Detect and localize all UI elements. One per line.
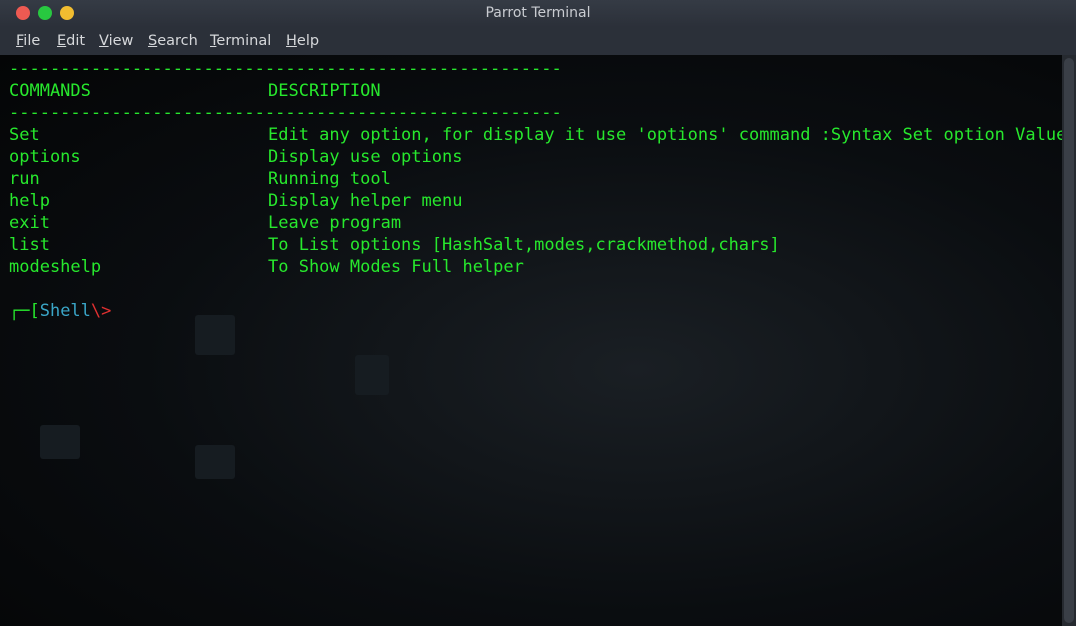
command-description: To Show Modes Full helper <box>268 257 524 277</box>
command-name: Set <box>9 125 40 145</box>
shell-prompt[interactable]: ┌─[Shell\> <box>9 300 111 322</box>
menu-edit-mnemonic: E <box>57 33 67 49</box>
command-description: Display use options <box>268 147 463 167</box>
prompt-symbol: \> <box>90 301 112 321</box>
command-description: Running tool <box>268 169 391 189</box>
command-description: Edit any option, for display it use 'opt… <box>268 125 1062 145</box>
command-description: To List options [HashSalt,modes,crackmet… <box>268 235 780 255</box>
background-desktop-icon <box>355 355 389 395</box>
prompt-shell-name: Shell <box>39 301 91 321</box>
command-row: modeshelp To Show Modes Full helper <box>9 256 524 278</box>
command-description: Display helper menu <box>268 191 463 211</box>
header-row: COMMANDS DESCRIPTION <box>9 80 381 102</box>
separator-bottom: ----------------------------------------… <box>9 103 562 123</box>
command-row: run Running tool <box>9 168 391 190</box>
header-description: DESCRIPTION <box>268 81 381 101</box>
header-commands: COMMANDS <box>9 81 91 101</box>
menu-edit-label: dit <box>66 33 86 49</box>
command-name: options <box>9 147 81 167</box>
menu-file[interactable]: File <box>16 33 40 49</box>
command-name: list <box>9 235 50 255</box>
command-name: exit <box>9 213 50 233</box>
background-desktop-icon <box>40 425 80 459</box>
scrollbar-thumb[interactable] <box>1064 58 1074 623</box>
command-description: Leave program <box>268 213 402 233</box>
menu-help-label: elp <box>296 33 320 49</box>
window-title: Parrot Terminal <box>485 5 591 21</box>
command-row: options Display use options <box>9 146 462 168</box>
prompt-bracket: ┌─[ <box>9 301 40 321</box>
menu-file-label: ile <box>23 33 41 49</box>
command-row: exit Leave program <box>9 212 401 234</box>
separator-top: ----------------------------------------… <box>9 59 562 79</box>
menu-help[interactable]: Help <box>286 33 319 49</box>
menu-view[interactable]: View <box>99 33 133 49</box>
menu-terminal[interactable]: Terminal <box>210 33 271 49</box>
background-desktop-icon <box>195 445 235 479</box>
command-name: run <box>9 169 40 189</box>
command-row: list To List options [HashSalt,modes,crac… <box>9 234 780 256</box>
scrollbar[interactable] <box>1062 55 1076 626</box>
menu-view-label: iew <box>108 33 134 49</box>
title-bar[interactable]: Parrot Terminal <box>0 0 1076 27</box>
command-row: help Display helper menu <box>9 190 462 212</box>
menu-search-label: earch <box>157 33 198 49</box>
menu-search-mnemonic: S <box>148 33 158 49</box>
menu-search[interactable]: Search <box>148 33 198 49</box>
command-name: modeshelp <box>9 257 102 277</box>
menu-view-mnemonic: V <box>99 33 109 49</box>
background-desktop-icon <box>195 315 235 355</box>
terminal-window: Parrot Terminal File Edit View Search Te… <box>0 0 1076 626</box>
command-row: Set Edit any option, for display it use '… <box>9 124 1062 146</box>
menu-help-mnemonic: H <box>286 33 297 49</box>
menu-terminal-label: erminal <box>216 33 272 49</box>
menu-edit[interactable]: Edit <box>57 33 85 49</box>
menu-bar: File Edit View Search Terminal Help <box>0 27 1076 55</box>
command-name: help <box>9 191 50 211</box>
terminal-output[interactable]: ----------------------------------------… <box>0 55 1062 626</box>
